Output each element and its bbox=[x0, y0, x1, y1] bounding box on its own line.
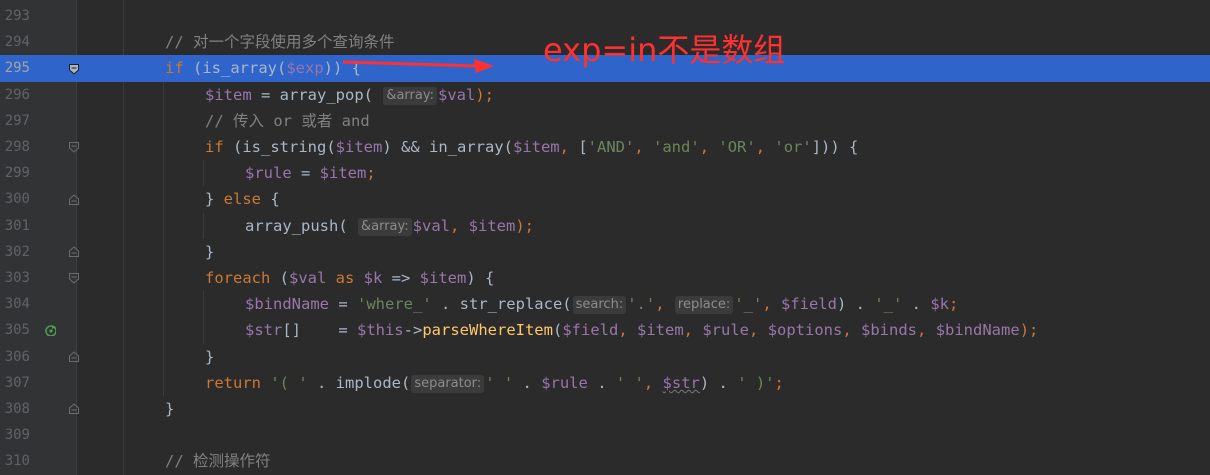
arrow-head bbox=[474, 59, 494, 73]
annotation-arrow bbox=[342, 59, 494, 73]
arrow-shaft bbox=[342, 60, 479, 68]
